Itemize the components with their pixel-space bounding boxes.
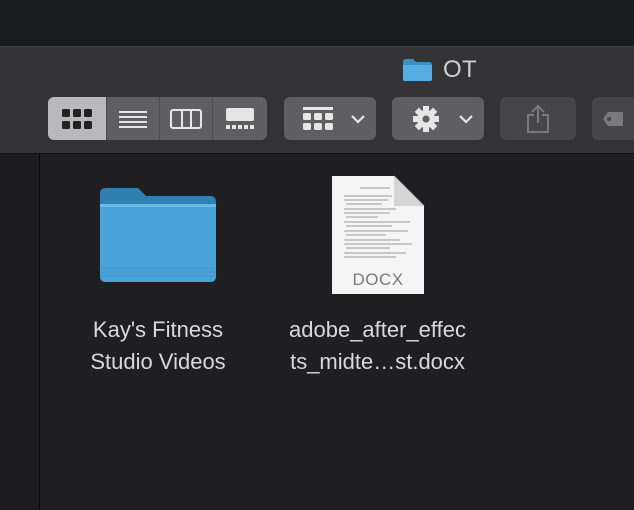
sidebar xyxy=(0,154,40,510)
tags-button[interactable] xyxy=(592,97,634,140)
view-mode-control xyxy=(48,97,267,140)
file-name-line-2: ts_midte…st.docx xyxy=(290,349,465,374)
group-icon-wrap xyxy=(294,97,342,140)
gallery-view-icon xyxy=(226,107,254,129)
column-view-button[interactable] xyxy=(159,97,212,140)
chevron-down-icon xyxy=(346,97,370,140)
folder-icon xyxy=(403,59,432,81)
icon-view-button[interactable] xyxy=(48,97,106,140)
gear-icon xyxy=(413,105,439,132)
menu-bar xyxy=(0,0,634,46)
list-view-icon xyxy=(119,110,147,128)
window-title-text: OT xyxy=(443,56,477,83)
file-name-line-1: adobe_after_effec xyxy=(289,317,466,342)
action-button[interactable] xyxy=(392,97,484,140)
share-icon xyxy=(527,104,549,133)
docx-badge: DOCX xyxy=(352,270,404,289)
list-view-button[interactable] xyxy=(106,97,159,140)
file-name-line-2: Studio Videos xyxy=(90,349,226,374)
file-item-folder[interactable]: Kay's Fitness Studio Videos xyxy=(80,184,240,384)
share-icon-wrap xyxy=(500,97,576,140)
tag-icon xyxy=(603,111,623,126)
file-icon-view: Kay's Fitness Studio Videos DOCX adobe_a… xyxy=(40,154,634,510)
file-item-document[interactable]: DOCX adobe_after_effec ts_midte…st.docx xyxy=(275,174,480,384)
group-icon xyxy=(303,106,333,130)
icon-view-icon xyxy=(62,108,92,129)
finder-toolbar: OT xyxy=(0,46,634,154)
group-button[interactable] xyxy=(284,97,376,140)
gallery-view-button[interactable] xyxy=(212,97,267,140)
column-view-icon xyxy=(170,108,202,129)
share-button[interactable] xyxy=(500,97,576,140)
window-title: OT xyxy=(402,56,477,83)
gear-icon-wrap xyxy=(402,97,450,140)
chevron-down-icon xyxy=(454,97,478,140)
folder-icon xyxy=(100,188,216,282)
file-name-line-1: Kay's Fitness xyxy=(92,317,224,342)
tag-icon-wrap xyxy=(592,97,634,140)
